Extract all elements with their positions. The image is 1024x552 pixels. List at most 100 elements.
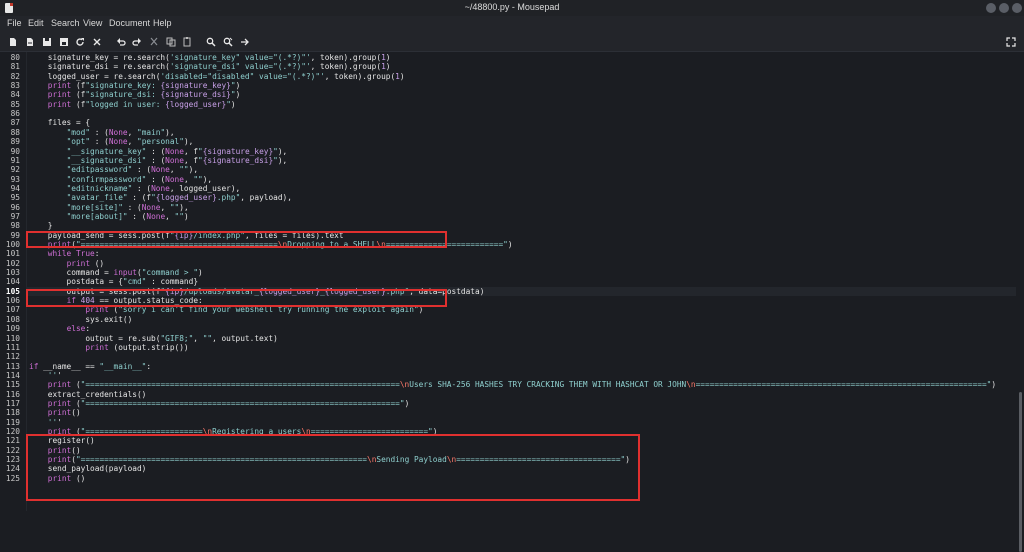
code-line[interactable]: "more[about]" : (None, "") xyxy=(29,212,189,221)
line-number: 108 xyxy=(5,314,20,324)
code-line[interactable]: "__signature_key" : (None, f"{signature_… xyxy=(29,147,288,156)
code-line[interactable]: print (f"signature_key: {signature_key}"… xyxy=(29,81,241,90)
find-replace-icon[interactable] xyxy=(223,36,233,47)
line-number: 104 xyxy=(5,277,20,287)
highlight-box-payload-send xyxy=(26,231,447,248)
line-number: 116 xyxy=(5,389,20,399)
code-line[interactable]: } xyxy=(29,221,53,230)
menu-edit[interactable]: Edit xyxy=(28,18,44,28)
line-number: 99 xyxy=(10,230,20,240)
paste-icon[interactable] xyxy=(182,36,192,47)
copy-icon[interactable] xyxy=(166,36,176,47)
line-number: 87 xyxy=(10,118,20,128)
line-number: 91 xyxy=(10,155,20,165)
line-number: 85 xyxy=(10,99,20,109)
maximize-button[interactable] xyxy=(999,3,1009,13)
line-number: 88 xyxy=(10,127,20,137)
code-line[interactable]: if __name__ == "__main__": xyxy=(29,362,151,371)
line-number: 100 xyxy=(5,240,20,249)
code-line[interactable]: extract_credentials() xyxy=(29,390,147,399)
line-number-gutter: 80 81 82 83 84 85 86 87 88 89 90 91 92 93 94 95 96 97 98 99… xyxy=(0,52,27,511)
code-line[interactable]: print (f"logged in user: {logged_user}") xyxy=(29,100,236,109)
window-title: ~/48800.py - Mousepad xyxy=(464,2,560,12)
line-number: 112 xyxy=(5,352,20,362)
line-number: 106 xyxy=(5,296,20,306)
line-number: 95 xyxy=(10,193,20,203)
code-line[interactable]: files = { xyxy=(29,118,90,127)
line-number: 117 xyxy=(5,398,20,408)
save-icon[interactable] xyxy=(42,36,52,47)
line-number: 83 xyxy=(10,81,20,91)
code-line[interactable]: print ("================================… xyxy=(29,380,996,389)
line-number: 115 xyxy=(5,380,20,390)
line-number: 107 xyxy=(5,305,20,315)
line-number: 84 xyxy=(10,90,20,100)
code-line[interactable]: print ("================================… xyxy=(29,399,409,408)
code-line[interactable]: signature_dsi = re.search('signature_dsi… xyxy=(29,62,391,71)
new-document-icon[interactable] xyxy=(8,36,18,47)
reload-icon[interactable] xyxy=(75,36,85,47)
highlight-box-output-post xyxy=(26,289,447,307)
menu-search[interactable]: Search xyxy=(51,18,80,28)
line-number: 86 xyxy=(10,109,20,119)
menu-file[interactable]: File xyxy=(7,18,22,28)
line-number: 113 xyxy=(5,361,20,371)
close-window-button[interactable] xyxy=(1012,3,1022,13)
line-number: 82 xyxy=(10,71,20,81)
code-line[interactable]: logged_user = re.search('disabled="disab… xyxy=(29,72,405,81)
line-number: 102 xyxy=(5,258,20,268)
title-bar: ~/48800.py - Mousepad xyxy=(0,0,1024,16)
code-line[interactable]: "opt" : (None, "personal"), xyxy=(29,137,194,146)
menu-help[interactable]: Help xyxy=(153,18,172,28)
line-number: 114 xyxy=(5,370,20,380)
code-line[interactable]: print() xyxy=(29,408,81,417)
open-icon[interactable] xyxy=(25,36,35,47)
line-number: 89 xyxy=(10,137,20,147)
line-number: 101 xyxy=(5,249,20,259)
code-line[interactable]: ''' xyxy=(29,371,62,380)
line-number: 123 xyxy=(5,455,20,465)
cut-icon[interactable] xyxy=(149,36,159,47)
line-number: 103 xyxy=(5,268,20,278)
fullscreen-icon[interactable] xyxy=(1006,36,1016,47)
save-as-icon[interactable] xyxy=(59,36,69,47)
code-line[interactable]: "editpassword" : (None, ""), xyxy=(29,165,198,174)
code-line[interactable]: "more[site]" : (None, ""), xyxy=(29,203,189,212)
minimize-button[interactable] xyxy=(986,3,996,13)
line-number: 121 xyxy=(5,436,20,446)
redo-icon[interactable] xyxy=(132,36,142,47)
code-line[interactable]: print (f"signature_dsi: {signature_dsi}"… xyxy=(29,90,241,99)
close-icon[interactable] xyxy=(92,36,102,47)
menu-view[interactable]: View xyxy=(83,18,102,28)
code-line[interactable]: command = input("command > ") xyxy=(29,268,203,277)
line-number: 119 xyxy=(5,417,20,427)
line-number: 118 xyxy=(5,408,20,418)
line-number: 124 xyxy=(5,464,20,474)
code-line[interactable]: "confirmpassword" : (None, ""), xyxy=(29,175,213,184)
line-number: 81 xyxy=(10,62,20,72)
code-line[interactable]: postdata = {"cmd" : command} xyxy=(29,277,198,286)
code-line[interactable]: signature_key = re.search('signature_key… xyxy=(29,53,391,62)
menu-document[interactable]: Document xyxy=(109,18,150,28)
code-line[interactable]: print () xyxy=(29,259,105,268)
code-line[interactable]: "editnickname" : (None, logged_user), xyxy=(29,184,241,193)
scrollbar-thumb[interactable] xyxy=(1019,392,1022,552)
code-line[interactable]: "mod" : (None, "main"), xyxy=(29,128,175,137)
line-number: 92 xyxy=(10,165,20,175)
code-line[interactable]: ''' xyxy=(29,418,62,427)
code-line[interactable]: "__signature_dsi" : (None, f"{signature_… xyxy=(29,156,288,165)
line-number: 105 xyxy=(5,286,20,296)
code-line[interactable]: output = re.sub("GIF8;", "", output.text… xyxy=(29,334,277,343)
vertical-scrollbar[interactable] xyxy=(1016,52,1024,552)
code-line[interactable]: sys.exit() xyxy=(29,315,132,324)
toolbar xyxy=(0,32,1024,52)
code-line[interactable]: print (output.strip()) xyxy=(29,343,188,352)
undo-icon[interactable] xyxy=(116,36,126,47)
line-number: 98 xyxy=(10,221,20,231)
line-number: 94 xyxy=(10,183,20,193)
go-to-icon[interactable] xyxy=(240,36,250,47)
code-line[interactable]: "avatar_file" : (f"{logged_user}.php", p… xyxy=(29,193,292,202)
find-icon[interactable] xyxy=(206,36,216,47)
code-line[interactable]: while True: xyxy=(29,249,100,258)
code-line[interactable]: else: xyxy=(29,324,90,333)
